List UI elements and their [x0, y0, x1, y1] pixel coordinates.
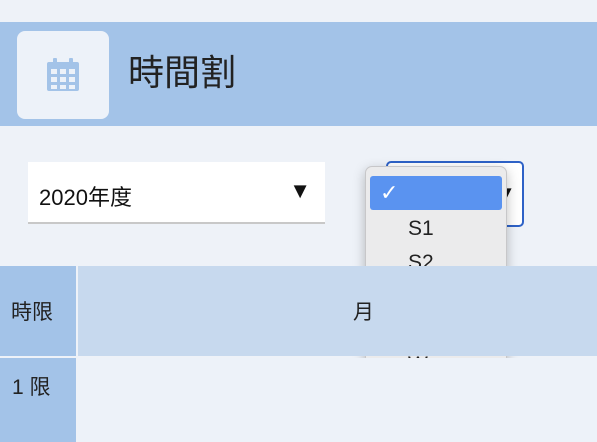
calendar-icon — [47, 58, 79, 91]
header-icon-box — [17, 31, 109, 119]
timetable-slot-cell[interactable] — [78, 358, 597, 442]
timetable: 時限 月 1 限 — [0, 266, 597, 442]
year-select-value: 2020年度 — [39, 185, 132, 210]
period-row-label-cell: 1 限 — [0, 358, 76, 442]
term-option-s1[interactable]: S1 — [370, 212, 502, 246]
term-option-blank[interactable]: ✓ — [370, 176, 502, 210]
page-title: 時間割 — [128, 52, 237, 93]
day-header-label: 月 — [353, 301, 374, 324]
dropdown-arrow-icon: ▼ — [289, 178, 311, 203]
term-option-label: S1 — [408, 217, 434, 240]
day-header-cell: 月 — [78, 266, 597, 356]
year-select[interactable]: 2020年度 ▼ — [28, 162, 325, 224]
period-header-label: 時限 — [11, 301, 53, 324]
checkmark-icon: ✓ — [380, 180, 399, 205]
period-row-label: 1 限 — [12, 376, 51, 399]
period-header-cell: 時限 — [0, 266, 76, 356]
